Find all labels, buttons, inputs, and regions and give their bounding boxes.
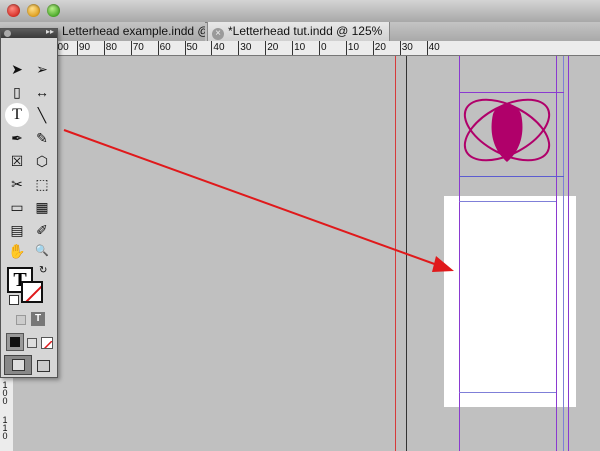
zoom-tool-icon[interactable]: 🔍 bbox=[32, 241, 52, 261]
free-transform-tool-icon[interactable]: ⬚ bbox=[32, 174, 52, 194]
page-tool-icon[interactable]: ▯ bbox=[7, 82, 27, 102]
gradient-feather-tool-icon[interactable]: ▦ bbox=[32, 197, 52, 217]
format-text-icon[interactable]: T bbox=[31, 312, 45, 326]
swap-fill-stroke-icon[interactable]: ↻ bbox=[39, 265, 47, 276]
line-tool-icon[interactable]: ╲ bbox=[32, 105, 52, 125]
type-tool-icon[interactable]: T bbox=[7, 105, 27, 125]
normal-view-mode-button[interactable] bbox=[4, 355, 32, 375]
note-tool-icon[interactable]: ▤ bbox=[7, 220, 27, 240]
apply-gradient-button[interactable] bbox=[27, 338, 37, 348]
rectangle-frame-tool-icon[interactable]: ☒ bbox=[7, 151, 27, 171]
default-fill-stroke-icon[interactable] bbox=[9, 295, 19, 305]
gap-tool-icon[interactable]: ↔ bbox=[32, 82, 52, 102]
pencil-tool-icon[interactable]: ✎ bbox=[32, 128, 52, 148]
stroke-swatch[interactable] bbox=[21, 281, 43, 303]
none-stroke-icon bbox=[25, 285, 41, 301]
tools-panel[interactable]: ▸▸ ➤ ➢ ▯ ↔ T ╲ ✒ ✎ ☒ ⬡ ✂ ⬚ ▭ ▦ ▤ ✐ ✋ 🔍 T… bbox=[0, 27, 58, 378]
gradient-swatch-tool-icon[interactable]: ▭ bbox=[7, 197, 27, 217]
apply-none-button[interactable] bbox=[41, 337, 53, 349]
pen-tool-icon[interactable]: ✒ bbox=[7, 128, 27, 148]
polygon-tool-icon[interactable]: ⬡ bbox=[32, 151, 52, 171]
screen-mode-icon[interactable] bbox=[37, 360, 50, 372]
apply-color-button[interactable] bbox=[6, 333, 24, 351]
scissors-tool-icon[interactable]: ✂ bbox=[7, 174, 27, 194]
close-panel-icon[interactable] bbox=[4, 30, 11, 37]
eyedropper-tool-icon[interactable]: ✐ bbox=[32, 220, 52, 240]
tools-panel-header[interactable]: ▸▸ bbox=[1, 27, 57, 38]
format-container-icon[interactable] bbox=[16, 315, 26, 325]
hand-tool-icon[interactable]: ✋ bbox=[7, 241, 27, 261]
none-icon bbox=[43, 340, 52, 348]
annotation-arrow bbox=[63, 129, 454, 272]
view-mode-icon bbox=[12, 359, 25, 371]
collapse-panel-icon[interactable]: ▸▸ bbox=[46, 27, 54, 36]
color-swatch bbox=[10, 337, 20, 347]
selection-tool-icon[interactable]: ➤ bbox=[7, 59, 27, 79]
direct-selection-tool-icon[interactable]: ➢ bbox=[32, 59, 52, 79]
